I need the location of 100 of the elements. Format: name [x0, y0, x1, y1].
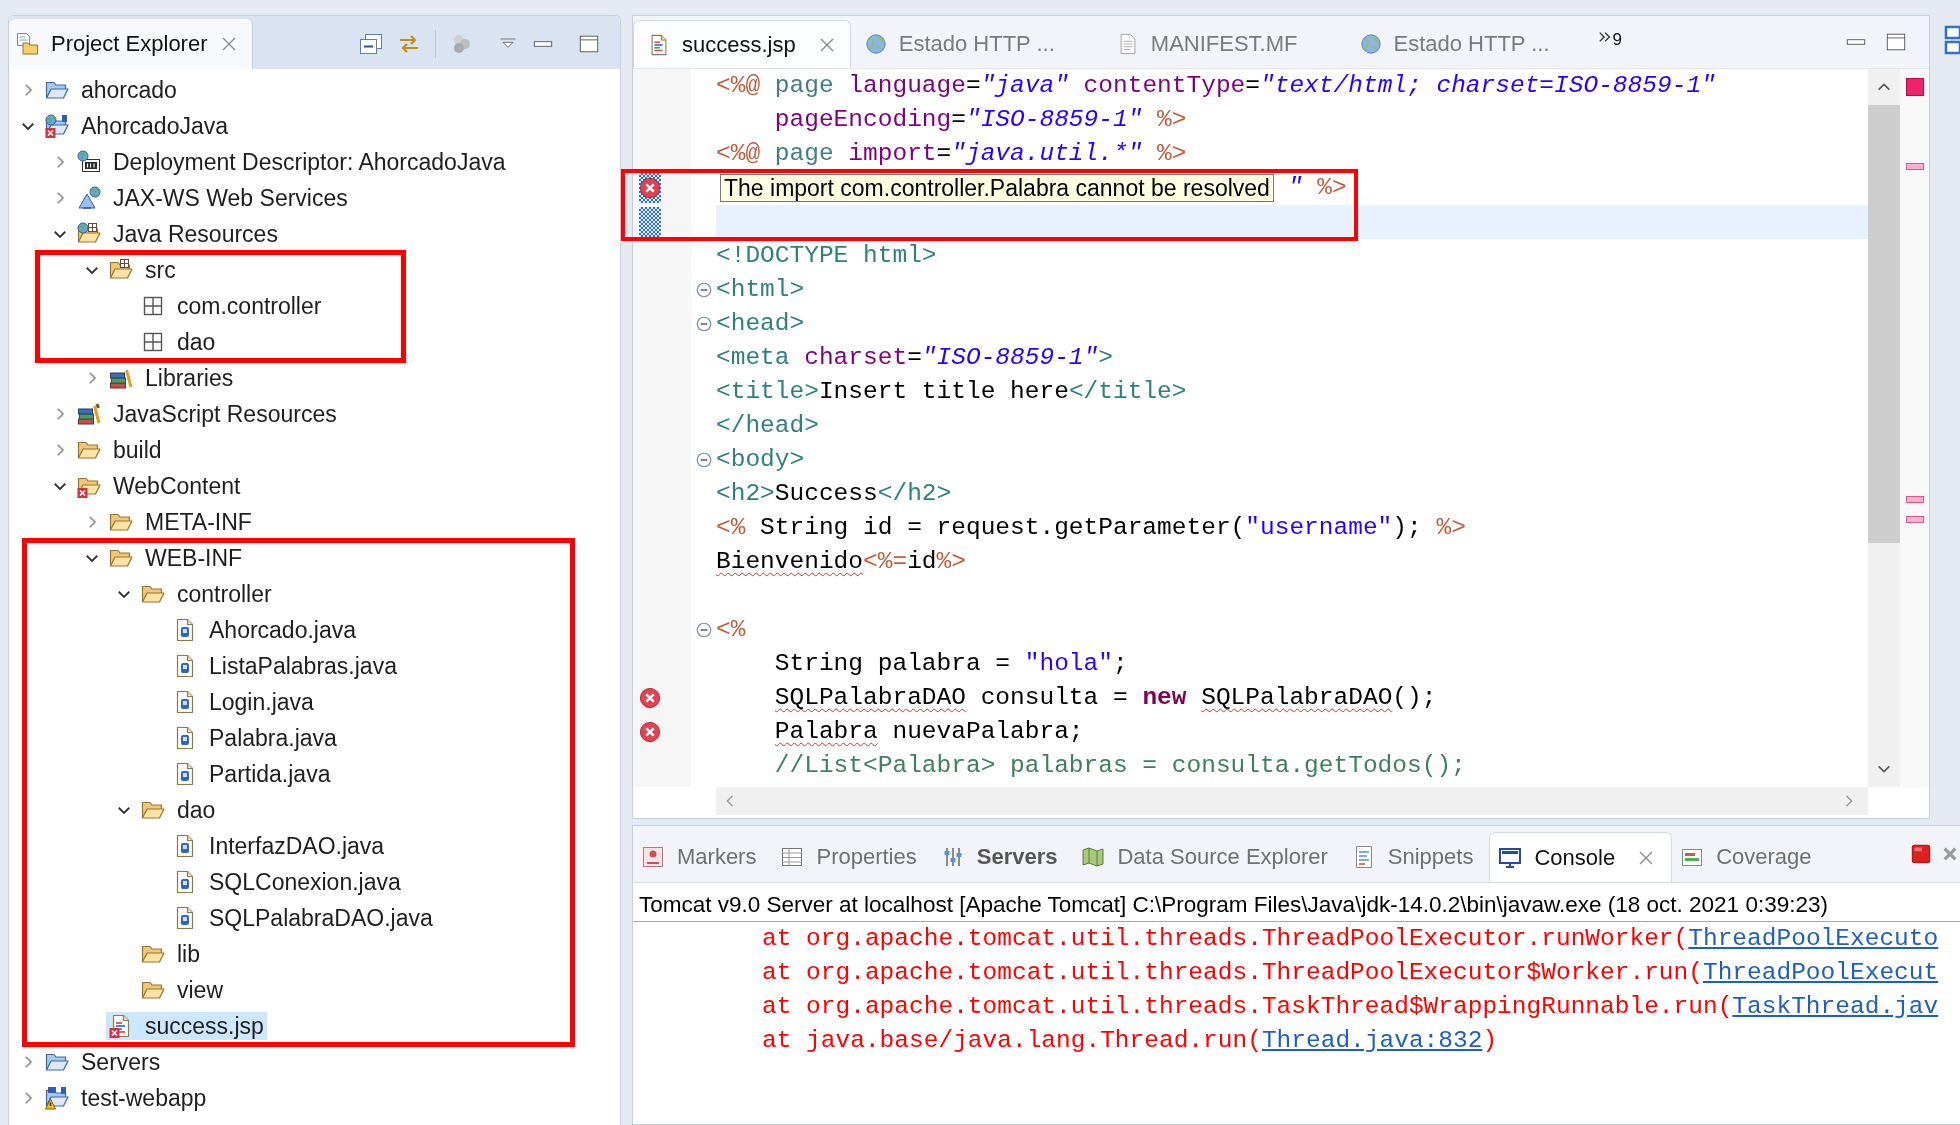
monitor-icon [1498, 845, 1523, 870]
tree-item[interactable]: ListaPalabras.java [170, 652, 400, 680]
vertical-scrollbar[interactable] [1868, 69, 1900, 787]
source-link[interactable]: ThreadPoolExecuto [1688, 925, 1939, 952]
code-line: </head> [716, 411, 819, 441]
tree-item[interactable]: success.jsp [106, 1012, 267, 1040]
scroll-thumb[interactable] [1868, 105, 1900, 543]
grid-icon [141, 330, 165, 354]
code-line: <body> [716, 445, 805, 475]
globe-box-icon [77, 150, 101, 174]
view-tab[interactable]: Servers [932, 832, 1074, 882]
view-tab[interactable]: Properties [772, 832, 933, 882]
collapse-all-icon[interactable] [359, 32, 383, 56]
tree-item[interactable]: src [106, 256, 179, 284]
code-document-icon [648, 33, 670, 56]
tree-item[interactable]: JAX-WS Web Services [74, 184, 351, 212]
view-tab[interactable]: Coverage [1672, 832, 1828, 882]
table-icon [780, 845, 805, 869]
editor-tab[interactable]: Estado HTTP ... [1345, 20, 1598, 68]
code-line: <head> [716, 309, 805, 339]
remove-icon[interactable] [1942, 846, 1958, 862]
error-icon [639, 721, 661, 743]
source-link[interactable]: Thread.java:832 [1261, 1027, 1483, 1054]
maximize-icon[interactable] [1885, 31, 1907, 53]
fold-minus-icon[interactable] [694, 621, 713, 639]
horizontal-scrollbar[interactable] [716, 787, 1868, 815]
grid-folder-icon [109, 258, 133, 282]
editor-tab[interactable]: Estado HTTP ... [850, 20, 1103, 68]
tree-item[interactable]: Libraries [106, 364, 237, 392]
console-line: at org.apache.tomcat.util.threads.TaskThread$WrappingRunnable.run(TaskThread.jav [762, 992, 1939, 1022]
document-folder-icon [15, 32, 39, 56]
tree-item[interactable]: SQLPalabraDAO.java [170, 904, 436, 932]
tree-item[interactable]: Servers [42, 1048, 164, 1076]
console-line: at org.apache.tomcat.util.threads.ThreadPoolExecutor$Worker.run(ThreadPoolExecut [762, 958, 1939, 988]
tree-item[interactable]: build [74, 436, 165, 464]
tree-item[interactable]: Palabra.java [170, 724, 340, 752]
maximize-icon[interactable] [578, 33, 600, 55]
tree-item[interactable]: controller [138, 580, 275, 608]
error-mark-icon[interactable] [1905, 163, 1924, 170]
tree-item[interactable]: com.controller [138, 292, 325, 320]
blocks-project-folder-with-warning-icon [45, 1086, 69, 1110]
tree-item[interactable]: Ahorcado.java [170, 616, 360, 644]
source-link[interactable]: ThreadPoolExecut [1702, 959, 1939, 986]
books-pencil-icon [77, 402, 101, 426]
code-line: <%@ page import="java.util.*" %> [716, 139, 1187, 169]
view-tab[interactable]: Data Source Explorer [1073, 832, 1344, 882]
editor-tab[interactable]: success.jsp [633, 20, 851, 68]
code-line: <% String id = request.getParameter("username"); %> [716, 513, 1466, 543]
code-line: <h2>Success</h2> [716, 479, 952, 509]
pin-card-icon [641, 845, 665, 869]
tree-item[interactable]: WEB-INF [106, 544, 246, 572]
view-tab[interactable]: Markers [633, 832, 773, 882]
tree-item[interactable]: view [138, 976, 226, 1004]
tree-item[interactable]: JavaScript Resources [74, 400, 340, 428]
fold-minus-icon[interactable] [694, 451, 713, 469]
source-link[interactable]: TaskThread.jav [1732, 993, 1939, 1020]
globe-icon [1359, 33, 1382, 55]
code-line: Palabra nuevaPalabra; [774, 717, 1084, 747]
error-mark-icon[interactable] [1905, 496, 1924, 503]
code-line: <title>Insert title here</title> [716, 377, 1187, 407]
tree-item[interactable]: lib [138, 940, 203, 968]
tree-item[interactable]: Partida.java [170, 760, 334, 788]
tree-item[interactable]: Java Resources [74, 220, 281, 248]
console-title: Tomcat v9.0 Server at localhost [Apache Tomcat] C:\Program Files\Java\jdk-14.0.2\bin\javaw.exe (18 oct. 2021 0:39:23) [639, 890, 1828, 919]
tree-item[interactable]: dao [138, 328, 219, 356]
view-tab[interactable]: Snippets [1343, 832, 1490, 882]
triangle-globe-icon [77, 186, 101, 210]
error-icon [639, 687, 661, 709]
error-mark-icon[interactable] [1905, 516, 1924, 523]
globe-icon [864, 33, 887, 55]
tree-item[interactable]: AhorcadoJava [42, 112, 232, 140]
console-line: at java.base/java.lang.Thread.run(Thread.java:832) [762, 1026, 1498, 1056]
view-tab[interactable]: Project Explorer [9, 19, 253, 69]
double-chevron-icon [1597, 30, 1612, 44]
tree-item[interactable]: InterfazDAO.java [170, 832, 388, 860]
globe-project-folder-with-error-icon [45, 114, 69, 138]
fold-minus-icon[interactable] [694, 315, 713, 333]
tree-item[interactable]: META-INF [106, 508, 255, 536]
tree-item[interactable]: Login.java [170, 688, 317, 716]
fold-minus-icon[interactable] [694, 281, 713, 299]
editor-tab[interactable]: MANIFEST.MF [1102, 20, 1346, 68]
tree-item[interactable]: test-webapp [42, 1084, 210, 1112]
tree-item[interactable]: WebContent [74, 472, 244, 500]
code-line: <% [716, 615, 746, 645]
grid-icon [141, 294, 165, 318]
code-line: <!DOCTYPE html> [716, 241, 937, 271]
stacked-windows-icon[interactable] [1944, 25, 1960, 55]
error-summary-icon[interactable] [1905, 78, 1924, 96]
code-line: SQLPalabraDAO consulta = new SQLPalabraDAO(); [774, 683, 1437, 713]
tree-item[interactable]: ahorcado [42, 76, 180, 104]
console-line: at org.apache.tomcat.util.threads.ThreadPoolExecutor.runWorker(ThreadPoolExecuto [762, 924, 1939, 954]
code-line: pageEncoding="ISO-8859-1" %> [774, 105, 1187, 135]
more-tabs-button[interactable]: 9 [1597, 24, 1623, 68]
stop-icon[interactable] [1910, 843, 1932, 865]
code-line: <%@ page language="java" contentType="text/html; charset=ISO-8859-1" [716, 71, 1716, 101]
tree-item[interactable]: dao [138, 796, 219, 824]
tree-item[interactable]: SQLConexion.java [170, 868, 404, 896]
view-tab[interactable]: Console [1489, 832, 1673, 882]
tree-item[interactable]: Deployment Descriptor: AhorcadoJava [74, 148, 509, 176]
code-line: <meta charset="ISO-8859-1"> [716, 343, 1113, 373]
